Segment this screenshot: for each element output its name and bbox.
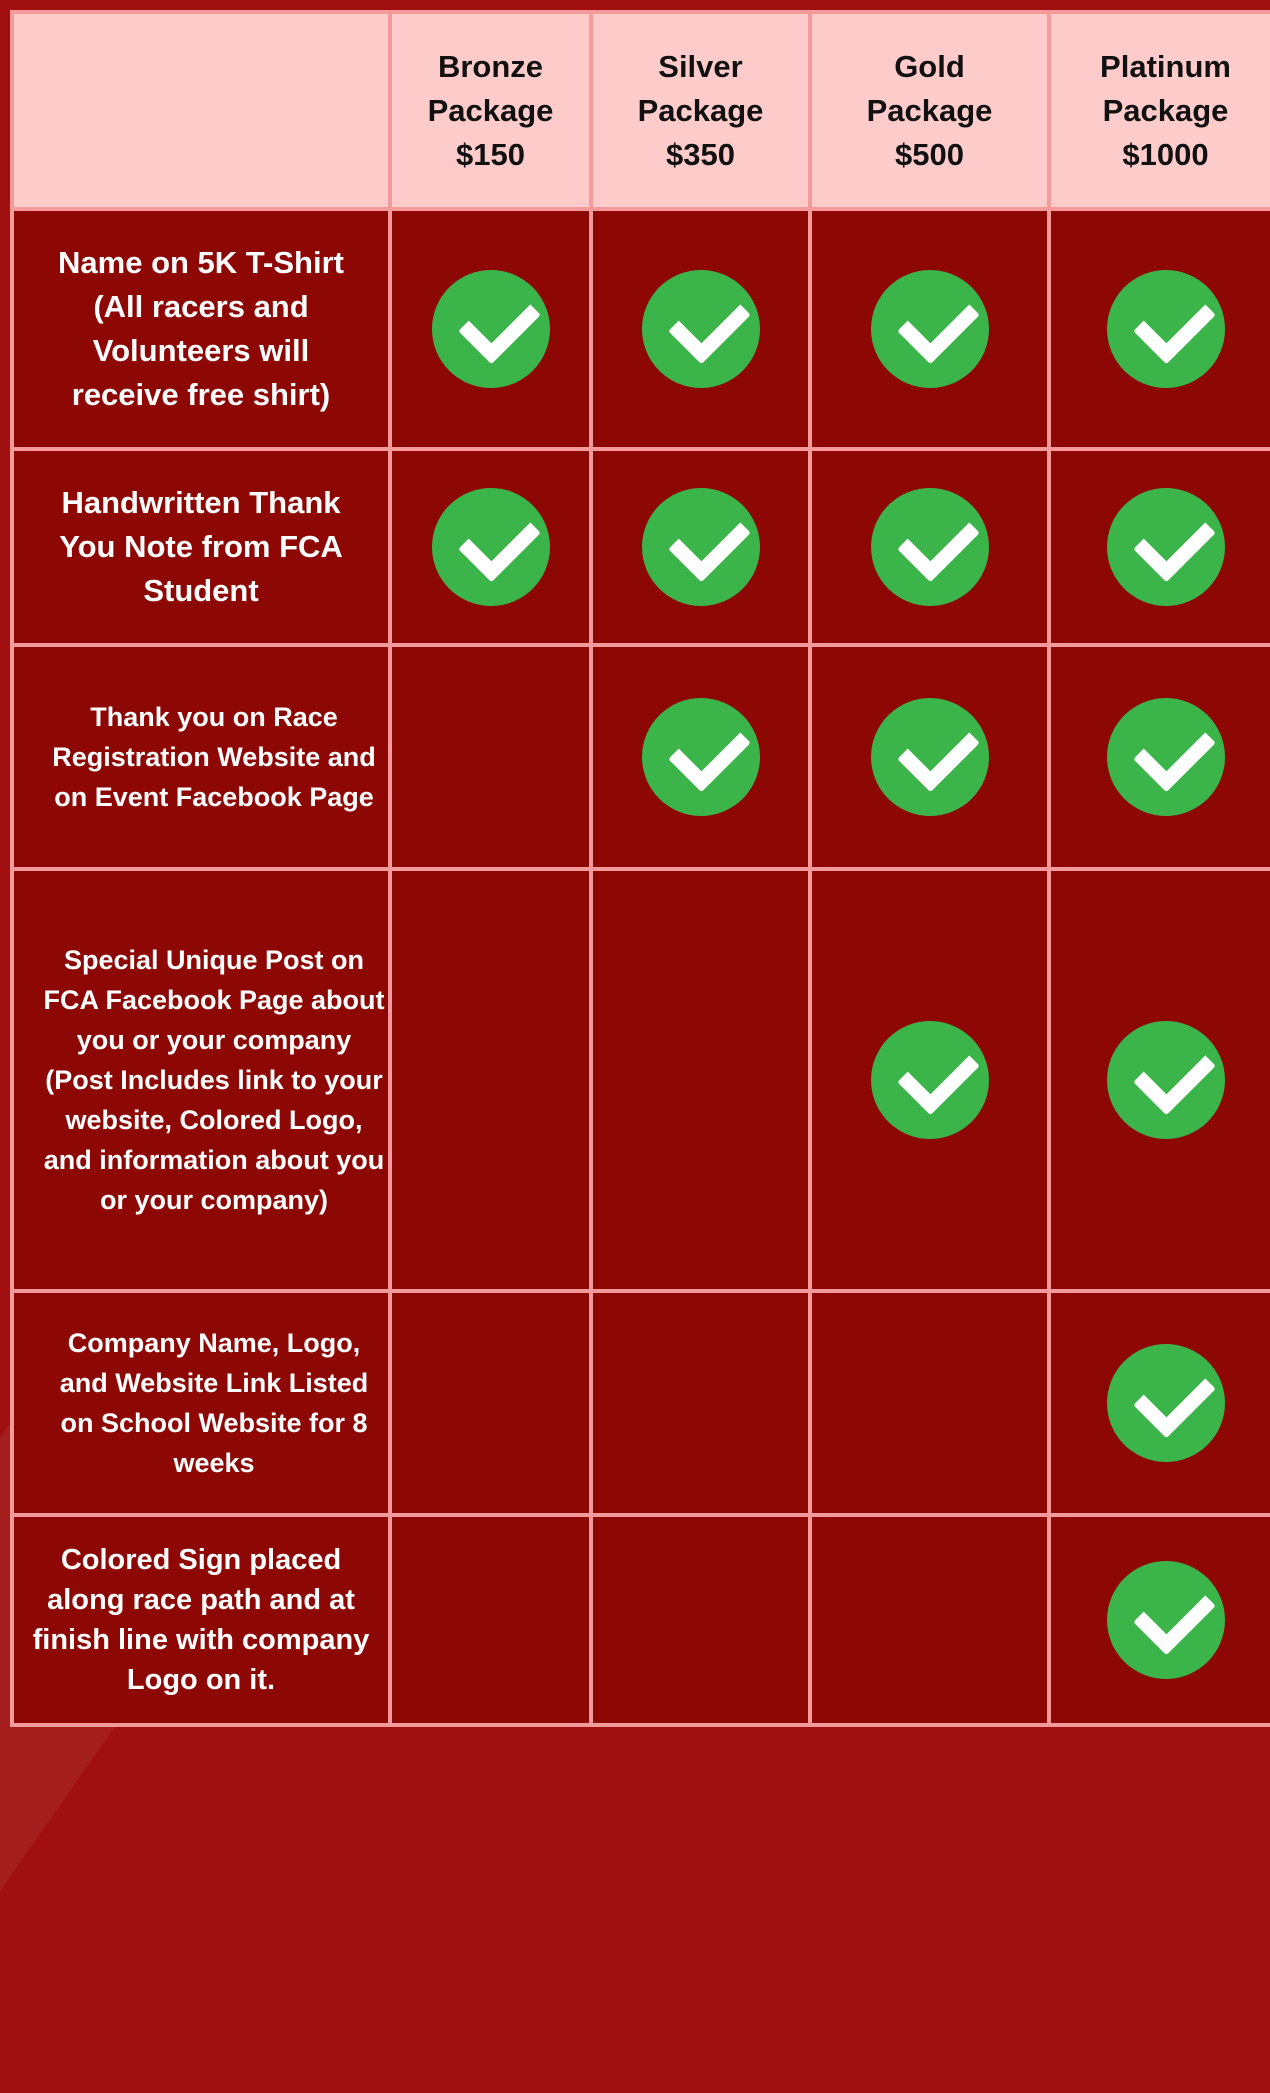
table-row: Company Name, Logo, and Website Link Lis… [10, 1289, 1270, 1517]
check-cell [808, 447, 1051, 647]
check-circle-icon [641, 270, 760, 388]
check-circle-icon [1106, 698, 1225, 816]
empty-cell [808, 1513, 1051, 1727]
package-label: Package [1102, 92, 1229, 128]
package-price: $150 [456, 136, 525, 172]
check-circle-icon [870, 488, 989, 606]
package-price: $500 [895, 136, 964, 172]
package-header-bronze: Bronze Package $150 [388, 10, 593, 211]
header-row: Bronze Package $150 Silver Package $350 … [10, 10, 1270, 211]
package-label: Package [637, 92, 764, 128]
package-header-silver: Silver Package $350 [589, 10, 812, 211]
table-row: Colored Sign placed along race path and … [10, 1513, 1270, 1727]
header-corner-cell [10, 10, 392, 211]
check-circle-icon [870, 1021, 989, 1139]
feature-label: Thank you on Race Registration Website a… [52, 702, 376, 812]
feature-cell: Name on 5K T-Shirt (All racers and Volun… [10, 207, 392, 451]
table-row: Handwritten Thank You Note from FCA Stud… [10, 447, 1270, 647]
package-price: $1000 [1122, 136, 1209, 172]
feature-label: Special Unique Post on FCA Facebook Page… [43, 945, 385, 1215]
feature-label: Name on 5K T-Shirt (All racers and Volun… [58, 245, 344, 412]
check-cell [1047, 207, 1270, 451]
package-label: Package [427, 92, 554, 128]
package-name: Gold [894, 48, 965, 84]
feature-cell: Handwritten Thank You Note from FCA Stud… [10, 447, 392, 647]
empty-cell [388, 1289, 593, 1517]
empty-cell [388, 1513, 593, 1727]
check-circle-icon [431, 488, 550, 606]
feature-label: Handwritten Thank You Note from FCA Stud… [59, 485, 343, 608]
check-circle-icon [431, 270, 550, 388]
check-cell [388, 447, 593, 647]
check-circle-icon [641, 698, 760, 816]
check-circle-icon [1106, 270, 1225, 388]
check-circle-icon [641, 488, 760, 606]
check-cell [589, 643, 812, 871]
empty-cell [589, 1289, 812, 1517]
check-circle-icon [870, 698, 989, 816]
empty-cell [589, 1513, 812, 1727]
package-price: $350 [666, 136, 735, 172]
feature-label: Company Name, Logo, and Website Link Lis… [59, 1328, 369, 1478]
package-name: Silver [658, 48, 743, 84]
empty-cell [388, 867, 593, 1293]
feature-cell: Special Unique Post on FCA Facebook Page… [10, 867, 392, 1293]
package-name: Bronze [437, 48, 544, 84]
check-cell [1047, 1289, 1270, 1517]
check-circle-icon [1106, 488, 1225, 606]
check-circle-icon [1106, 1344, 1225, 1462]
table-row: Thank you on Race Registration Website a… [10, 643, 1270, 871]
package-header-platinum: Platinum Package $1000 [1047, 10, 1270, 211]
check-cell [1047, 867, 1270, 1293]
check-cell [808, 867, 1051, 1293]
sponsorship-packages-table: Bronze Package $150 Silver Package $350 … [10, 10, 1270, 1727]
check-circle-icon [1106, 1561, 1225, 1679]
check-cell [1047, 1513, 1270, 1727]
package-name: Platinum [1100, 48, 1231, 84]
feature-cell: Company Name, Logo, and Website Link Lis… [10, 1289, 392, 1517]
check-circle-icon [1106, 1021, 1225, 1139]
check-cell [388, 207, 593, 451]
feature-label: Colored Sign placed along race path and … [32, 1544, 370, 1696]
check-circle-icon [870, 270, 989, 388]
package-label: Package [866, 92, 993, 128]
feature-cell: Colored Sign placed along race path and … [10, 1513, 392, 1727]
empty-cell [589, 867, 812, 1293]
check-cell [589, 207, 812, 451]
check-cell [1047, 643, 1270, 871]
package-header-gold: Gold Package $500 [808, 10, 1051, 211]
feature-cell: Thank you on Race Registration Website a… [10, 643, 392, 871]
check-cell [1047, 447, 1270, 647]
check-cell [808, 207, 1051, 451]
check-cell [808, 643, 1051, 871]
check-cell [589, 447, 812, 647]
empty-cell [808, 1289, 1051, 1517]
table-row: Special Unique Post on FCA Facebook Page… [10, 867, 1270, 1293]
table-row: Name on 5K T-Shirt (All racers and Volun… [10, 207, 1270, 451]
empty-cell [388, 643, 593, 871]
